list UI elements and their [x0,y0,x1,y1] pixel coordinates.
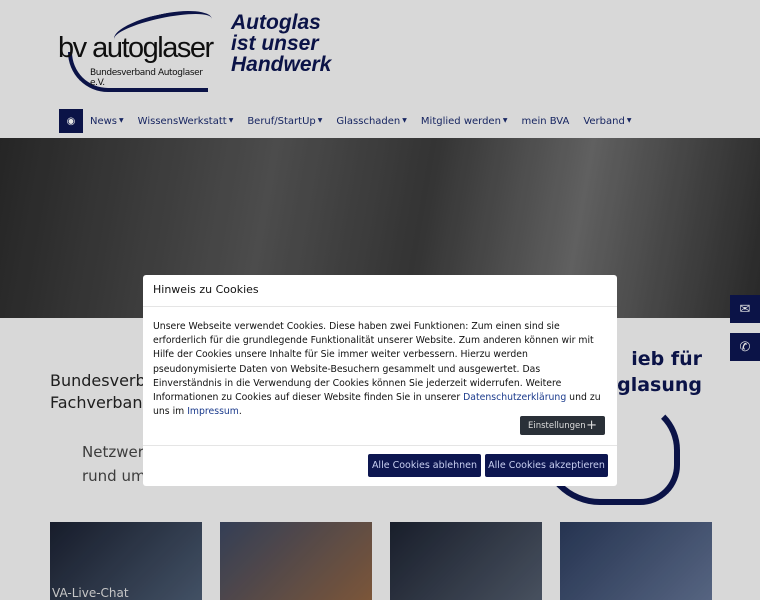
privacy-link[interactable]: Datenschutzerklärung [463,392,566,403]
reject-all-button[interactable]: Alle Cookies ablehnen [368,454,481,477]
cookie-dialog: Hinweis zu Cookies Unsere Webseite verwe… [143,275,617,486]
settings-button[interactable]: Einstellungen + [520,416,605,435]
cookie-text: Unsere Webseite verwendet Cookies. Diese… [153,321,594,404]
cookie-text: . [238,406,242,418]
divider [143,445,617,446]
cookie-dialog-text: Unsere Webseite verwendet Cookies. Diese… [143,307,617,419]
plus-icon: + [586,418,597,433]
imprint-link[interactable]: Impressum [187,406,239,417]
cookie-dialog-title: Hinweis zu Cookies [143,275,617,307]
settings-label: Einstellungen [528,420,586,431]
accept-all-button[interactable]: Alle Cookies akzeptieren [485,454,608,477]
